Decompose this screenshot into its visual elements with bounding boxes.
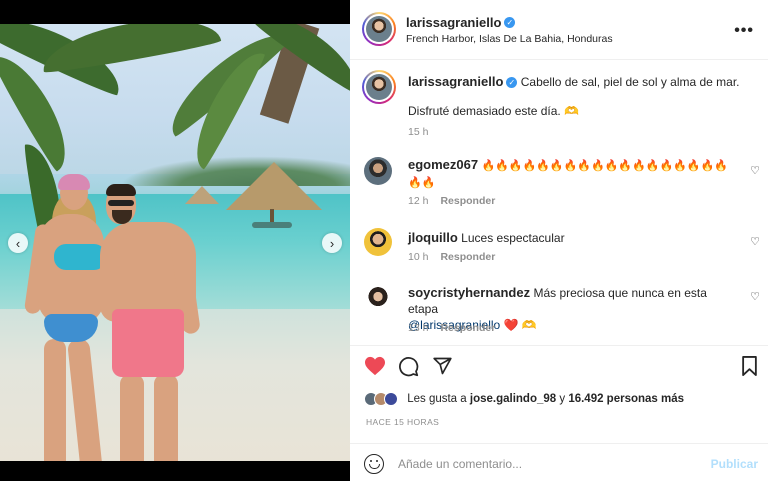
likes-prefix: Les gusta a bbox=[407, 393, 467, 406]
comment-avatar[interactable] bbox=[364, 157, 392, 185]
comment-icon[interactable] bbox=[398, 356, 419, 377]
man-leg bbox=[154, 374, 178, 461]
post-side-panel: larissagraniello ✓ French Harbor, Islas D… bbox=[350, 0, 768, 481]
heart-icon[interactable] bbox=[364, 356, 386, 376]
post-location[interactable]: French Harbor, Islas De La Bahia, Hondur… bbox=[406, 33, 613, 45]
comment-avatar[interactable] bbox=[364, 228, 392, 256]
verified-badge-icon: ✓ bbox=[506, 77, 518, 89]
comment-meta: 12 h Responder bbox=[408, 195, 495, 207]
comment-meta: 13 h Responder bbox=[408, 322, 495, 334]
carousel-next-button[interactable]: › bbox=[322, 233, 342, 253]
author-avatar[interactable] bbox=[362, 12, 396, 46]
comment-time: 13 h bbox=[408, 322, 429, 334]
comment-username[interactable]: jloquillo bbox=[408, 230, 458, 245]
caption-avatar[interactable] bbox=[362, 70, 396, 104]
comment-time: 10 h bbox=[408, 251, 429, 263]
reply-button[interactable]: Responder bbox=[440, 251, 495, 263]
reply-button[interactable]: Responder bbox=[440, 322, 495, 334]
comment-emoji: ❤️ 🫶 bbox=[503, 318, 537, 332]
like-comment-icon[interactable]: ♡ bbox=[750, 164, 760, 177]
more-options-icon[interactable]: ••• bbox=[734, 22, 754, 40]
comment-username[interactable]: soycristyhernandez bbox=[408, 285, 530, 300]
comment-composer: Publicar bbox=[350, 443, 768, 481]
caption: larissagraniello ✓ Cabello de sal, piel d… bbox=[408, 74, 758, 90]
share-icon[interactable] bbox=[432, 356, 453, 376]
bottom-letterbox bbox=[0, 461, 350, 481]
comment-username[interactable]: egomez067 bbox=[408, 157, 478, 172]
liker-avatars[interactable] bbox=[364, 392, 398, 406]
author-username[interactable]: larissagraniello bbox=[406, 15, 501, 30]
comment-input[interactable] bbox=[398, 454, 688, 474]
bookmark-icon[interactable] bbox=[741, 356, 758, 376]
chevron-right-icon: › bbox=[329, 235, 335, 251]
man-sunglasses bbox=[108, 200, 134, 206]
photo-hut-base bbox=[252, 222, 292, 228]
verified-badge-icon: ✓ bbox=[504, 17, 516, 29]
emoji-icon[interactable] bbox=[364, 454, 384, 474]
woman-leg bbox=[44, 339, 66, 461]
caption-line-1: Cabello de sal, piel de sol y alma de ma… bbox=[520, 75, 740, 89]
comment-text: Luces espectacular bbox=[461, 231, 565, 245]
comment-time: 12 h bbox=[408, 195, 429, 207]
top-letterbox bbox=[0, 0, 350, 24]
posted-ago[interactable]: HACE 15 HORAS bbox=[366, 417, 439, 427]
likes-summary: Les gusta a jose.galindo_98 y 16.492 per… bbox=[364, 392, 684, 406]
comments-list: larissagraniello ✓ Cabello de sal, piel d… bbox=[350, 60, 768, 345]
chevron-left-icon: ‹ bbox=[15, 235, 21, 251]
woman-bikini-top bbox=[54, 244, 106, 270]
comment-2: jloquillo Luces espectacular bbox=[408, 230, 565, 246]
action-bar bbox=[350, 345, 768, 385]
like-comment-icon[interactable]: ♡ bbox=[750, 235, 760, 248]
caption-username[interactable]: larissagraniello bbox=[408, 74, 503, 89]
woman-headband bbox=[58, 174, 90, 190]
woman-bikini-bottom bbox=[44, 314, 98, 342]
likes-count-link[interactable]: 16.492 personas más bbox=[568, 393, 684, 405]
man-shorts bbox=[112, 309, 184, 377]
like-comment-icon[interactable]: ♡ bbox=[750, 290, 760, 303]
post-modal: ‹ › larissagraniello ✓ French Harbor, Isl… bbox=[0, 0, 768, 481]
likes-user-link[interactable]: jose.galindo_98 bbox=[470, 393, 556, 405]
carousel-prev-button[interactable]: ‹ bbox=[8, 233, 28, 253]
publish-button[interactable]: Publicar bbox=[711, 457, 758, 471]
post-photo[interactable]: ‹ › bbox=[0, 24, 350, 461]
caption-line-2: Disfruté demasiado este día. 🫶 bbox=[408, 104, 580, 118]
comment-avatar[interactable] bbox=[364, 284, 392, 312]
caption-time: 15 h bbox=[408, 126, 429, 138]
reply-button[interactable]: Responder bbox=[440, 195, 495, 207]
man-hair bbox=[106, 184, 136, 196]
post-header: larissagraniello ✓ French Harbor, Islas D… bbox=[350, 0, 768, 60]
comment-meta: 10 h Responder bbox=[408, 251, 495, 263]
photo-hills bbox=[120, 156, 350, 186]
comment-1: egomez067 🔥🔥🔥🔥🔥🔥🔥🔥🔥🔥🔥🔥🔥🔥🔥🔥🔥🔥🔥🔥 bbox=[408, 157, 738, 191]
man-leg bbox=[120, 374, 144, 461]
likes-connector: y bbox=[559, 393, 566, 406]
